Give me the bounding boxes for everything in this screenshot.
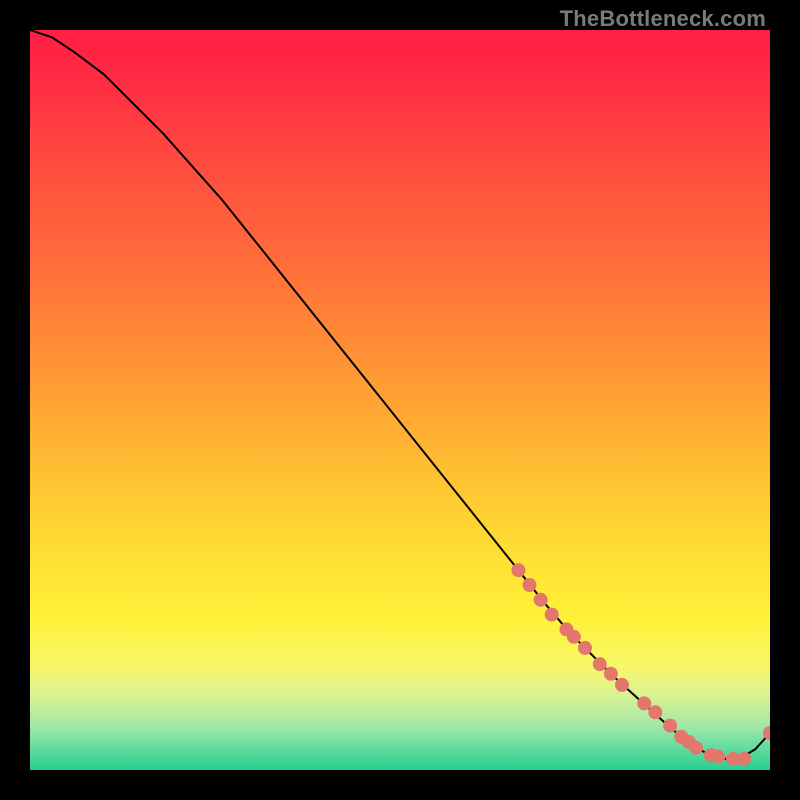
data-marker bbox=[593, 657, 607, 671]
data-marker bbox=[534, 593, 548, 607]
chart-svg bbox=[30, 30, 770, 770]
data-marker bbox=[615, 678, 629, 692]
data-marker bbox=[737, 752, 751, 766]
data-marker bbox=[763, 726, 770, 740]
data-marker bbox=[604, 667, 618, 681]
data-marker bbox=[578, 641, 592, 655]
data-marker bbox=[545, 608, 559, 622]
data-marker bbox=[637, 696, 651, 710]
chart-stage: TheBottleneck.com bbox=[0, 0, 800, 800]
data-marker bbox=[689, 741, 703, 755]
data-marker bbox=[567, 630, 581, 644]
watermark-text: TheBottleneck.com bbox=[560, 6, 766, 32]
data-marker bbox=[648, 705, 662, 719]
data-marker bbox=[511, 563, 525, 577]
plot-area bbox=[30, 30, 770, 770]
data-marker bbox=[663, 719, 677, 733]
curve-line bbox=[30, 30, 770, 759]
data-marker bbox=[711, 750, 725, 764]
marker-group bbox=[511, 563, 770, 766]
data-marker bbox=[523, 578, 537, 592]
